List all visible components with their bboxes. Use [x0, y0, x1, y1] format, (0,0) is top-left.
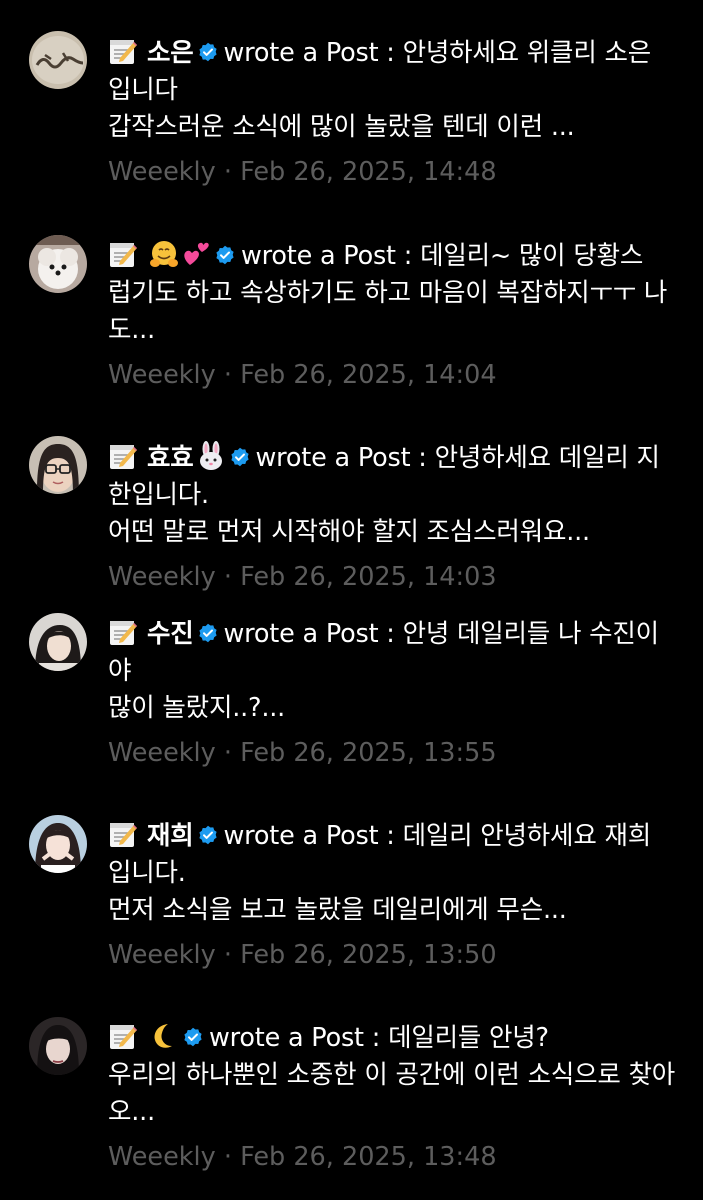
crescent-moon-emoji-icon [154, 1024, 172, 1048]
post-snippet: 안녕 데일리들 나 수진이 [402, 619, 660, 649]
verified-badge-icon [198, 42, 217, 62]
group-name[interactable]: Weeekly [108, 562, 216, 592]
action-text: wrote a Post : [223, 619, 395, 649]
post-meta: Weeekly · Feb 26, 2025, 13:55 [108, 738, 497, 768]
group-name[interactable]: Weeekly [108, 157, 216, 187]
post-meta: Weeekly · Feb 26, 2025, 13:48 [108, 1142, 497, 1172]
meta-separator: · [223, 360, 232, 390]
post-snippet: 도... [108, 315, 155, 345]
memo-icon [110, 40, 137, 64]
post-snippet: 우리의 하나뿐인 소중한 이 공간에 이런 소식으로 찾아 [108, 1060, 676, 1090]
notification-text: wrote a Post : 데일리~ 많이 당황스 럽기도 하고 속상하기도 … [108, 238, 678, 349]
memo-icon [110, 243, 137, 267]
post-meta: Weeekly · Feb 26, 2025, 14:48 [108, 157, 497, 187]
verified-badge-icon [198, 825, 217, 845]
group-name[interactable]: Weeekly [108, 1142, 216, 1172]
rabbit-face-emoji-icon [199, 441, 222, 470]
two-hearts-emoji-icon [184, 242, 209, 265]
post-snippet: 먼저 소식을 보고 놀랐을 데일리에게 무슨... [108, 895, 567, 925]
memo-icon [110, 621, 137, 645]
notification-text: 효효 wrote a Post : 안녕하세요 데일리 지 한입니다. 어떤 말… [108, 440, 678, 551]
meta-separator: · [223, 738, 232, 768]
author-name[interactable]: 소은 [147, 38, 194, 68]
avatar[interactable] [29, 235, 87, 293]
timestamp: Feb 26, 2025, 14:48 [240, 157, 497, 187]
post-snippet: 데일리들 안녕? [388, 1023, 549, 1053]
post-snippet: 입니다 [108, 75, 178, 105]
memo-icon [110, 445, 137, 469]
hugging-face-emoji-icon [150, 241, 178, 267]
post-snippet: 야 [108, 656, 132, 686]
avatar[interactable] [29, 815, 87, 873]
memo-icon [110, 823, 137, 847]
notification-feed: 소은 wrote a Post : 안녕하세요 위클리 소은 입니다 갑작스러운… [0, 0, 703, 1200]
avatar[interactable] [29, 436, 87, 494]
verified-badge-icon [198, 623, 217, 643]
meta-separator: · [223, 157, 232, 187]
post-snippet: 갑작스러운 소식에 많이 놀랐을 텐데 이런 ... [108, 112, 575, 142]
post-snippet: 입니다. [108, 858, 186, 888]
notification-text: wrote a Post : 데일리들 안녕? 우리의 하나뿐인 소중한 이 공… [108, 1020, 678, 1131]
group-name[interactable]: Weeekly [108, 360, 216, 390]
timestamp: Feb 26, 2025, 13:50 [240, 940, 497, 970]
post-meta: Weeekly · Feb 26, 2025, 14:04 [108, 360, 497, 390]
memo-icon [110, 1025, 137, 1049]
action-text: wrote a Post : [209, 1023, 381, 1053]
verified-badge-icon [216, 245, 234, 265]
post-snippet: 안녕하세요 데일리 지 [434, 443, 660, 473]
timestamp: Feb 26, 2025, 14:04 [240, 360, 497, 390]
verified-badge-icon [230, 447, 249, 467]
avatar[interactable] [29, 1017, 87, 1075]
meta-separator: · [223, 940, 232, 970]
avatar[interactable] [29, 613, 87, 671]
post-snippet: 럽기도 하고 속상하기도 하고 마음이 복잡하지ㅜㅜ 나 [108, 278, 668, 308]
post-meta: Weeekly · Feb 26, 2025, 14:03 [108, 562, 497, 592]
post-snippet: 데일리~ 많이 당황스 [420, 241, 644, 271]
action-text: wrote a Post : [223, 821, 395, 851]
timestamp: Feb 26, 2025, 13:55 [240, 738, 497, 768]
author-name[interactable]: 효효 [147, 443, 194, 473]
post-snippet: 오... [108, 1097, 155, 1127]
post-snippet: 데일리 안녕하세요 재희 [402, 821, 652, 851]
post-snippet: 한입니다. [108, 480, 209, 510]
action-text: wrote a Post : [241, 241, 413, 271]
meta-separator: · [223, 562, 232, 592]
meta-separator: · [223, 1142, 232, 1172]
action-text: wrote a Post : [255, 443, 427, 473]
avatar[interactable] [29, 31, 87, 89]
notification-text: 재희 wrote a Post : 데일리 안녕하세요 재희 입니다. 먼저 소… [108, 818, 678, 929]
author-name[interactable]: 재희 [147, 821, 194, 851]
post-snippet: 어떤 말로 먼저 시작해야 할지 조심스러워요... [108, 517, 590, 547]
post-snippet: 많이 놀랐지..?... [108, 693, 286, 723]
verified-badge-icon [184, 1027, 202, 1047]
post-snippet: 안녕하세요 위클리 소은 [402, 38, 652, 68]
action-text: wrote a Post : [223, 38, 395, 68]
timestamp: Feb 26, 2025, 13:48 [240, 1142, 497, 1172]
notification-text: 수진 wrote a Post : 안녕 데일리들 나 수진이 야 많이 놀랐지… [108, 616, 678, 727]
group-name[interactable]: Weeekly [108, 940, 216, 970]
post-meta: Weeekly · Feb 26, 2025, 13:50 [108, 940, 497, 970]
group-name[interactable]: Weeekly [108, 738, 216, 768]
notification-text: 소은 wrote a Post : 안녕하세요 위클리 소은 입니다 갑작스러운… [108, 35, 678, 146]
timestamp: Feb 26, 2025, 14:03 [240, 562, 497, 592]
author-name[interactable]: 수진 [147, 619, 194, 649]
